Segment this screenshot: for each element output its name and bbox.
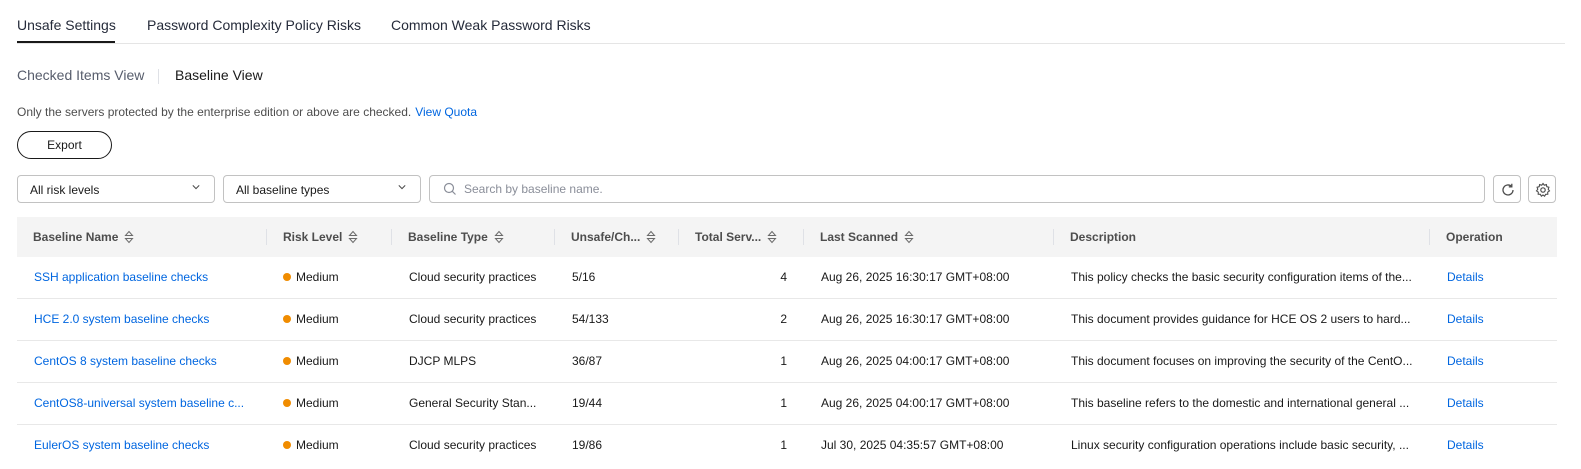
last-scanned-cell: Aug 26, 2025 16:30:17 GMT+08:00	[821, 312, 1010, 326]
total-servers-cell: 2	[780, 312, 787, 326]
sort-icon	[124, 230, 134, 244]
baseline-type-cell: Cloud security practices	[409, 312, 537, 326]
column-separator	[678, 229, 679, 245]
baseline-type-cell: DJCP MLPS	[409, 354, 477, 368]
search-placeholder: Search by baseline name.	[464, 182, 603, 196]
header-total-servers[interactable]: Total Serv...	[695, 217, 777, 257]
sort-icon	[494, 230, 504, 244]
active-tab-indicator	[17, 41, 115, 43]
chevron-down-icon	[398, 185, 406, 190]
total-servers-cell: 4	[780, 270, 787, 284]
column-separator	[1429, 229, 1430, 245]
description-cell: This document provides guidance for HCE …	[1071, 312, 1411, 326]
medium-risk-dot	[283, 398, 291, 407]
header-unsafe-checked[interactable]: Unsafe/Ch...	[571, 217, 656, 257]
header-baseline-type[interactable]: Baseline Type	[408, 217, 504, 257]
risk-level-cell: Medium	[283, 257, 383, 298]
details-link[interactable]: Details	[1447, 299, 1507, 340]
last-scanned-cell: Aug 26, 2025 04:00:17 GMT+08:00	[821, 354, 1010, 368]
sort-icon	[904, 230, 914, 244]
tab-weak-password[interactable]: Common Weak Password Risks	[391, 17, 591, 33]
sort-icon	[348, 230, 358, 244]
details-link[interactable]: Details	[1447, 425, 1507, 466]
header-operation: Operation	[1446, 230, 1503, 244]
details-link[interactable]: Details	[1447, 257, 1507, 298]
medium-risk-dot	[283, 272, 291, 281]
unsafe-checked-cell: 36/87	[572, 354, 603, 368]
details-link[interactable]: Details	[1447, 341, 1507, 382]
search-input[interactable]: Search by baseline name.	[429, 175, 1485, 203]
baseline-type-cell: General Security Stan...	[409, 396, 537, 410]
baseline-name-link[interactable]: CentOS8-universal system baseline c...	[34, 383, 249, 424]
unsafe-checked-cell: 19/86	[572, 438, 603, 452]
header-baseline-name[interactable]: Baseline Name	[33, 217, 134, 257]
column-separator	[554, 229, 555, 245]
last-scanned-cell: Aug 26, 2025 16:30:17 GMT+08:00	[821, 270, 1010, 284]
table-row: CentOS 8 system baseline checks Medium D…	[17, 341, 1557, 383]
column-separator	[1053, 229, 1054, 245]
medium-risk-dot	[283, 440, 291, 449]
tab-password-complexity[interactable]: Password Complexity Policy Risks	[147, 17, 361, 33]
total-servers-cell: 1	[780, 438, 787, 452]
refresh-icon	[1502, 183, 1514, 196]
view-quota-link[interactable]: View Quota	[415, 105, 477, 119]
column-separator	[391, 229, 392, 245]
unsafe-checked-cell: 5/16	[572, 270, 596, 284]
baseline-type-cell: Cloud security practices	[409, 438, 537, 452]
column-separator	[266, 229, 267, 245]
risk-level-cell: Medium	[283, 341, 383, 382]
unsafe-checked-cell: 54/133	[572, 312, 609, 326]
chevron-down-icon	[192, 185, 200, 190]
baseline-type-select[interactable]: All baseline types	[223, 175, 421, 203]
baseline-name-link[interactable]: CentOS 8 system baseline checks	[34, 341, 249, 382]
total-servers-cell: 1	[780, 354, 787, 368]
unsafe-checked-cell: 19/44	[572, 396, 603, 410]
medium-risk-dot	[283, 356, 291, 365]
risk-tabs: Unsafe Settings Password Complexity Poli…	[17, 0, 1565, 44]
baseline-name-link[interactable]: HCE 2.0 system baseline checks	[34, 299, 249, 340]
tab-unsafe-settings[interactable]: Unsafe Settings	[17, 17, 116, 33]
view-baseline[interactable]: Baseline View	[175, 67, 263, 83]
risk-level-select[interactable]: All risk levels	[17, 175, 215, 203]
sort-icon	[767, 230, 777, 244]
risk-level-value: All risk levels	[30, 183, 100, 197]
last-scanned-cell: Aug 26, 2025 04:00:17 GMT+08:00	[821, 396, 1010, 410]
table-row: EulerOS system baseline checks Medium Cl…	[17, 425, 1557, 467]
description-cell: This document focuses on improving the s…	[1071, 354, 1413, 368]
risk-level-cell: Medium	[283, 383, 383, 424]
description-cell: This baseline refers to the domestic and…	[1071, 396, 1410, 410]
search-icon	[443, 182, 456, 195]
quota-notice: Only the servers protected by the enterp…	[17, 105, 477, 119]
medium-risk-dot	[283, 314, 291, 323]
baseline-type-cell: Cloud security practices	[409, 270, 537, 284]
table-header: Baseline Name Risk Level Baseline Type U…	[17, 217, 1557, 257]
risk-level-cell: Medium	[283, 299, 383, 340]
header-last-scanned[interactable]: Last Scanned	[820, 217, 914, 257]
baseline-name-link[interactable]: EulerOS system baseline checks	[34, 425, 249, 466]
table-row: HCE 2.0 system baseline checks Medium Cl…	[17, 299, 1557, 341]
last-scanned-cell: Jul 30, 2025 04:35:57 GMT+08:00	[821, 438, 1004, 452]
settings-button[interactable]	[1528, 175, 1556, 203]
view-checked-items[interactable]: Checked Items View	[17, 67, 144, 83]
table-row: CentOS8-universal system baseline c... M…	[17, 383, 1557, 425]
view-separator	[158, 69, 159, 84]
description-cell: This policy checks the basic security co…	[1071, 270, 1412, 284]
sort-icon	[646, 230, 656, 244]
baseline-name-link[interactable]: SSH application baseline checks	[34, 257, 249, 298]
header-description: Description	[1070, 230, 1137, 244]
baseline-type-value: All baseline types	[236, 183, 330, 197]
column-separator	[803, 229, 804, 245]
header-risk-level[interactable]: Risk Level	[283, 217, 358, 257]
risk-level-cell: Medium	[283, 425, 383, 466]
total-servers-cell: 1	[780, 396, 787, 410]
details-link[interactable]: Details	[1447, 383, 1507, 424]
export-button[interactable]: Export	[17, 131, 112, 159]
description-cell: Linux security configuration operations …	[1071, 438, 1409, 452]
table-row: SSH application baseline checks Medium C…	[17, 257, 1557, 299]
notice-text: Only the servers protected by the enterp…	[17, 105, 412, 119]
gear-icon	[1535, 182, 1551, 198]
refresh-button[interactable]	[1493, 175, 1521, 203]
